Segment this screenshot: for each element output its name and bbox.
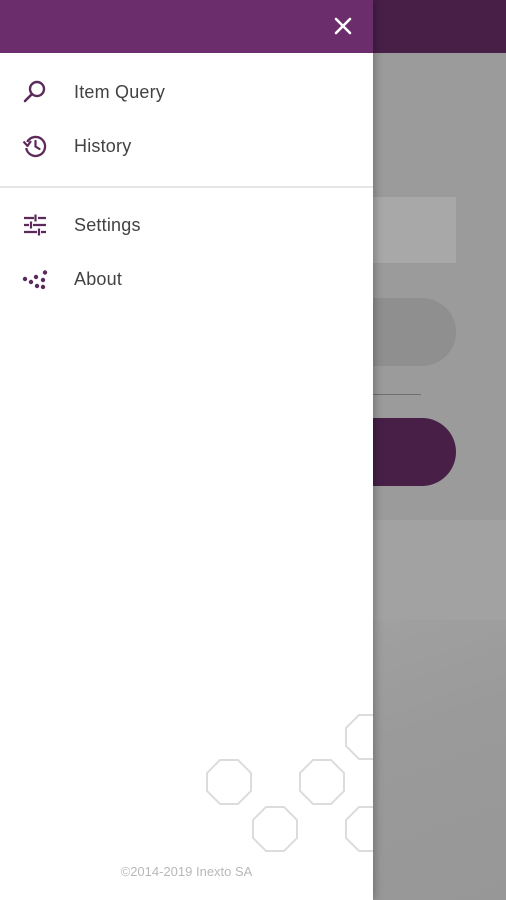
background-divider [373, 394, 421, 395]
menu-item-history[interactable]: History [0, 119, 373, 173]
menu-item-label: About [74, 268, 123, 289]
copyright-footer: ©2014-2019 Inexto SA [120, 864, 253, 879]
close-icon [334, 17, 352, 35]
close-button[interactable] [327, 10, 359, 42]
menu-item-label: History [74, 135, 132, 156]
background-bottom-area [373, 620, 506, 900]
navigation-drawer: Item Query History Settings About ©2014-… [0, 0, 373, 900]
background-band [373, 520, 506, 620]
menu-divider [0, 186, 373, 188]
menu-section-main: Item Query History [0, 65, 373, 173]
menu-item-item-query[interactable]: Item Query [0, 65, 373, 119]
hexagon-decoration [206, 714, 373, 852]
drawer-header [0, 0, 373, 53]
menu-item-label: Settings [74, 214, 141, 235]
search-icon [21, 78, 49, 106]
tune-sliders-icon [21, 211, 49, 239]
dots-logo-icon [21, 265, 49, 293]
menu-item-about[interactable]: About [0, 252, 373, 306]
menu-section-secondary: Settings About [0, 198, 373, 306]
history-icon [21, 132, 49, 160]
menu-item-label: Item Query [74, 81, 166, 102]
menu-item-settings[interactable]: Settings [0, 198, 373, 252]
